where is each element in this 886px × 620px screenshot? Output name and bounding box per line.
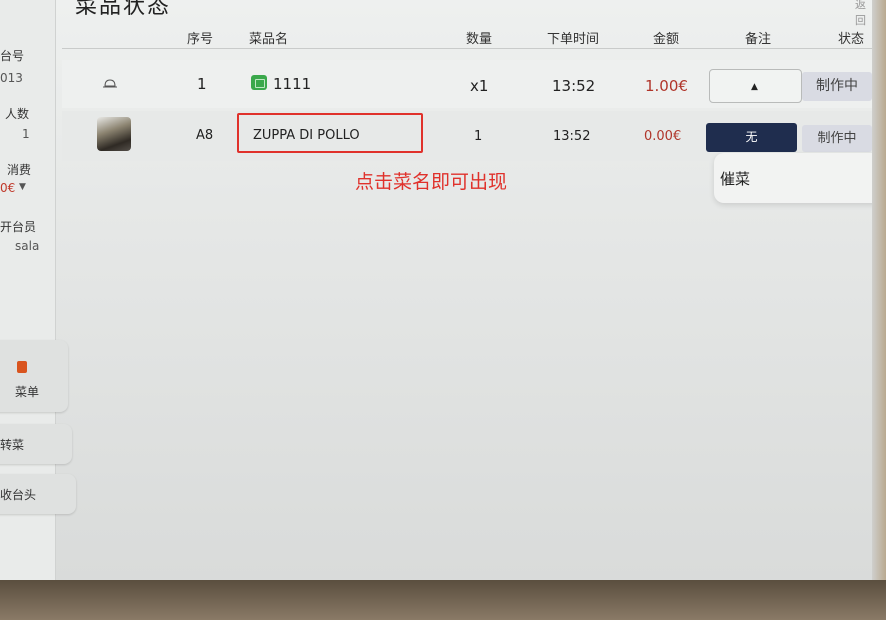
back-link[interactable]: 返回 (855, 0, 872, 28)
collect-label: 收台头 (0, 488, 37, 502)
col-status: 状态 (838, 32, 865, 47)
device-bezel-right (872, 0, 886, 620)
sidebar: 台号 013 人数 1 消费 0€ ▼ 开台员 sala 菜单 转菜 收台头 (0, 0, 76, 580)
col-time: 下单时间 (547, 32, 600, 47)
row1-seq: 1 (197, 75, 207, 93)
menu-icon (17, 361, 27, 373)
page-title: 菜品状态 (75, 0, 172, 19)
col-name: 菜品名 (249, 32, 289, 47)
annotation-text: 点击菜名即可出现 (355, 171, 508, 193)
people-value: 1 (22, 127, 30, 141)
row2-dish-name[interactable]: ZUPPA DI POLLO (253, 128, 360, 143)
device-bezel-bottom (0, 580, 886, 620)
row2-status[interactable]: 制作中 (802, 125, 872, 152)
caret-up-icon: ▲ (751, 82, 758, 92)
col-note: 备注 (745, 32, 772, 47)
col-amount: 金额 (653, 32, 680, 47)
col-seq: 序号 (187, 32, 214, 47)
menu-label: 菜单 (15, 385, 40, 399)
row1-status[interactable]: 制作中 (802, 72, 872, 101)
row2-note-select[interactable]: 无 (706, 123, 797, 152)
row1-qty: x1 (470, 77, 489, 95)
app-screen: 台号 013 人数 1 消费 0€ ▼ 开台员 sala 菜单 转菜 收台头 菜… (0, 0, 872, 580)
transfer-label: 转菜 (0, 438, 25, 452)
header-divider (62, 48, 872, 49)
table-value: 013 (0, 71, 23, 85)
staff-label: 开台员 (0, 220, 37, 234)
row1-dish-name[interactable]: 1111 (273, 75, 311, 93)
row2-amount: 0.00€ (644, 129, 682, 144)
dish-icon (251, 75, 267, 90)
spend-value[interactable]: 0€ (0, 181, 15, 195)
row2-qty: 1 (474, 129, 483, 144)
chevron-down-icon[interactable]: ▼ (19, 182, 26, 192)
row2-seq: A8 (196, 128, 214, 143)
staff-value: sala (15, 239, 40, 253)
table-label: 台号 (0, 49, 25, 63)
dish-thumbnail (97, 117, 131, 151)
spend-label: 消费 (7, 163, 32, 177)
dropdown-option-urge[interactable]: 催菜 (720, 168, 750, 189)
menu-button[interactable] (0, 340, 68, 412)
row1-amount: 1.00€ (645, 77, 688, 95)
bell-icon (103, 79, 117, 88)
row2-time: 13:52 (553, 129, 591, 144)
row1-time: 13:52 (552, 77, 596, 95)
col-qty: 数量 (466, 32, 493, 47)
people-label: 人数 (5, 107, 30, 121)
